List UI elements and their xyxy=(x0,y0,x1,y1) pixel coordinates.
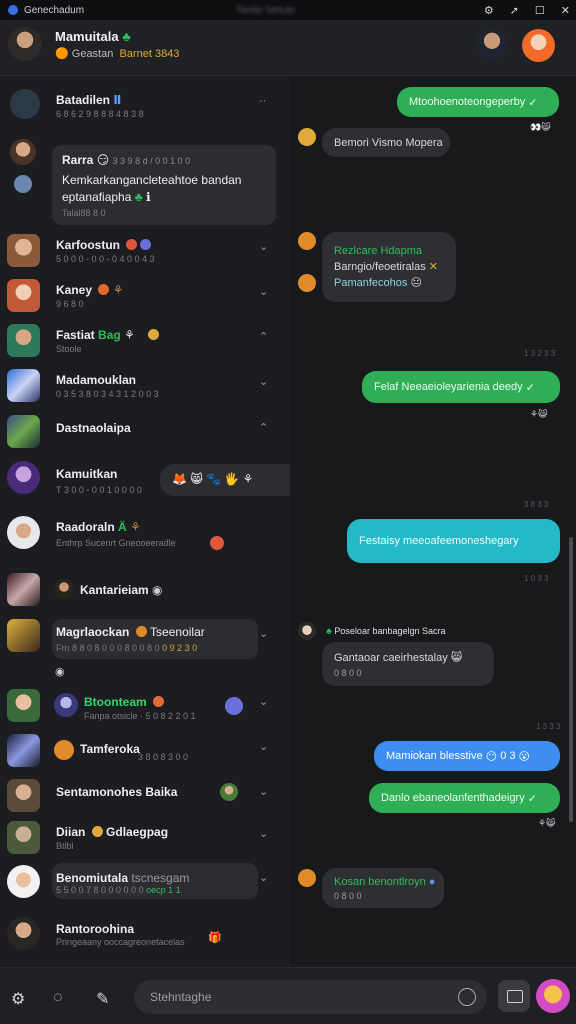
message-bubble[interactable]: Kosan benontlroyn ● 0 8 0 0 xyxy=(322,868,444,908)
list-item[interactable]: Dastnaolaipa ⌃ xyxy=(0,413,290,453)
avatar[interactable] xyxy=(8,27,42,61)
contact-status: 🟠 Geastan Barnet 3843 xyxy=(55,48,180,60)
window-title: Genechadum xyxy=(24,4,85,16)
composer: ⚙ ◌ ✎ Stehntaghe xyxy=(0,967,576,1024)
message-bubble[interactable]: Gantaoar caeirhestalay 😸 0 8 0 0 xyxy=(322,642,494,686)
message-input[interactable]: Stehntaghe xyxy=(134,980,487,1014)
chat-bubble-icon[interactable]: ◌ xyxy=(53,989,63,1007)
sticker-button[interactable] xyxy=(536,979,570,1013)
list-item[interactable]: Sentamonohes Baika ⌄ xyxy=(0,777,290,817)
window-subtitle: Tantie Netute xyxy=(236,4,295,16)
chevron-down-icon[interactable]: ⌄ xyxy=(259,627,268,640)
list-item[interactable]: Batadilen Ⅱ 6 8 6 2 9 8 8 8 4 8 3 8 ·· xyxy=(0,87,290,127)
emoji-icon[interactable] xyxy=(458,988,476,1006)
list-item[interactable]: Fastiat Bag ⚘ Stoole ⌃ xyxy=(0,322,290,362)
message-bubble[interactable]: Rezlcare Hdapma Barngio/feoetiralas ✕ Pa… xyxy=(322,232,456,302)
conversation-list: Batadilen Ⅱ 6 8 6 2 9 8 8 8 4 8 3 8 ·· R… xyxy=(0,77,340,967)
list-item[interactable]: Kantarieiam ◉ xyxy=(0,573,290,609)
chevron-down-icon[interactable]: ⌄ xyxy=(259,240,268,253)
participant-avatar[interactable] xyxy=(522,29,555,62)
settings-gear-icon[interactable]: ⚙ xyxy=(11,989,25,1009)
message-bubble[interactable]: Felaf Neeaeioleyarienia deedy ✓ xyxy=(362,371,560,403)
chevron-down-icon[interactable]: ⌄ xyxy=(259,827,268,840)
chevron-up-icon[interactable]: ⌃ xyxy=(259,330,268,343)
chevron-down-icon[interactable]: ⌄ xyxy=(259,285,268,298)
list-item[interactable]: Rarra 😏 3 3 9 8 d / 0 0 1 0 0 Kemkarkang… xyxy=(0,137,290,227)
contact-name: Mamuitala ♣ xyxy=(55,29,131,44)
message-thread: Mtoohoenoteongeperby ✓ 👀😸 Bemori Vismo M… xyxy=(290,77,576,967)
list-item[interactable]: Diian Gdlaegpag Btlbl ⌄ xyxy=(0,819,290,859)
app-icon xyxy=(8,5,18,15)
message-bubble[interactable]: Danlo ebaneolanfenthadeigry ✓ xyxy=(369,783,560,813)
title-bar: Genechadum Tantie Netute ⚙ ➚ ☐ ✕ xyxy=(0,0,576,20)
participant-avatar[interactable] xyxy=(476,28,508,60)
chevron-down-icon[interactable]: ⌄ xyxy=(259,375,268,388)
chevron-down-icon[interactable]: ⌄ xyxy=(259,785,268,798)
message-bubble[interactable]: Festaisy meeoafeemoneshegary xyxy=(347,519,560,563)
close-icon[interactable]: ✕ xyxy=(561,4,570,17)
chevron-down-icon[interactable]: ⌄ xyxy=(259,740,268,753)
list-item[interactable]: Raadoraln Ä ⚘ Enthrp Sucenrt Gneooeeradl… xyxy=(0,512,290,557)
list-item[interactable]: Benomiutala tscnesgam 5 5 0 0 7 8 0 0 0 … xyxy=(0,863,290,903)
pin-icon[interactable]: ➚ xyxy=(510,4,519,17)
scrollbar[interactable] xyxy=(569,537,573,822)
image-attach-button[interactable] xyxy=(498,980,530,1012)
list-item[interactable]: Magrlaockan Tseenoilar Frn 8 8 0 8 0 0 0… xyxy=(0,615,290,678)
message-bubble[interactable]: Mtoohoenoteongeperby ✓ xyxy=(397,87,559,117)
settings-gear-icon[interactable]: ⚙ xyxy=(484,4,494,17)
chat-header: Mamuitala ♣ 🟠 Geastan Barnet 3843 xyxy=(0,20,576,76)
message-bubble[interactable]: Mamiokan blesstive 😶 0 3 😮 xyxy=(374,741,560,771)
chevron-down-icon[interactable]: ⌄ xyxy=(259,871,268,884)
list-item[interactable]: Kamuitkan T 3 0 0 - 0 0 1 0 0 0 0 🦊 😸 🐾 … xyxy=(0,459,340,499)
maximize-icon[interactable]: ☐ xyxy=(535,4,545,17)
chevron-up-icon[interactable]: ⌃ xyxy=(259,421,268,434)
list-item[interactable]: Madamouklan 0 3 5 3 8 0 3 4 3 1 2 0 0 3 … xyxy=(0,367,290,407)
message-bubble[interactable]: Bemori Vismo Mopera xyxy=(322,128,450,157)
list-item[interactable]: Karfoostun 5 0 0 0 - 0 0 - 0 4 0 0 4 3 ⌄ xyxy=(0,232,290,272)
list-item[interactable]: Rantoroohina Pringeaany ooccagreonetacel… xyxy=(0,913,290,957)
list-item[interactable]: Btoonteam Fanpa otsicle · 5 0 8 2 2 0 1 … xyxy=(0,687,290,727)
pen-icon[interactable]: ✎ xyxy=(96,989,109,1009)
list-item[interactable]: Kaney ⚘ 9 6 8 0 ⌄ xyxy=(0,277,290,317)
chevron-down-icon[interactable]: ⌄ xyxy=(259,695,268,708)
list-item[interactable]: Tamferoka 3 8 0 8 3 0 0 ⌄ xyxy=(0,732,290,772)
